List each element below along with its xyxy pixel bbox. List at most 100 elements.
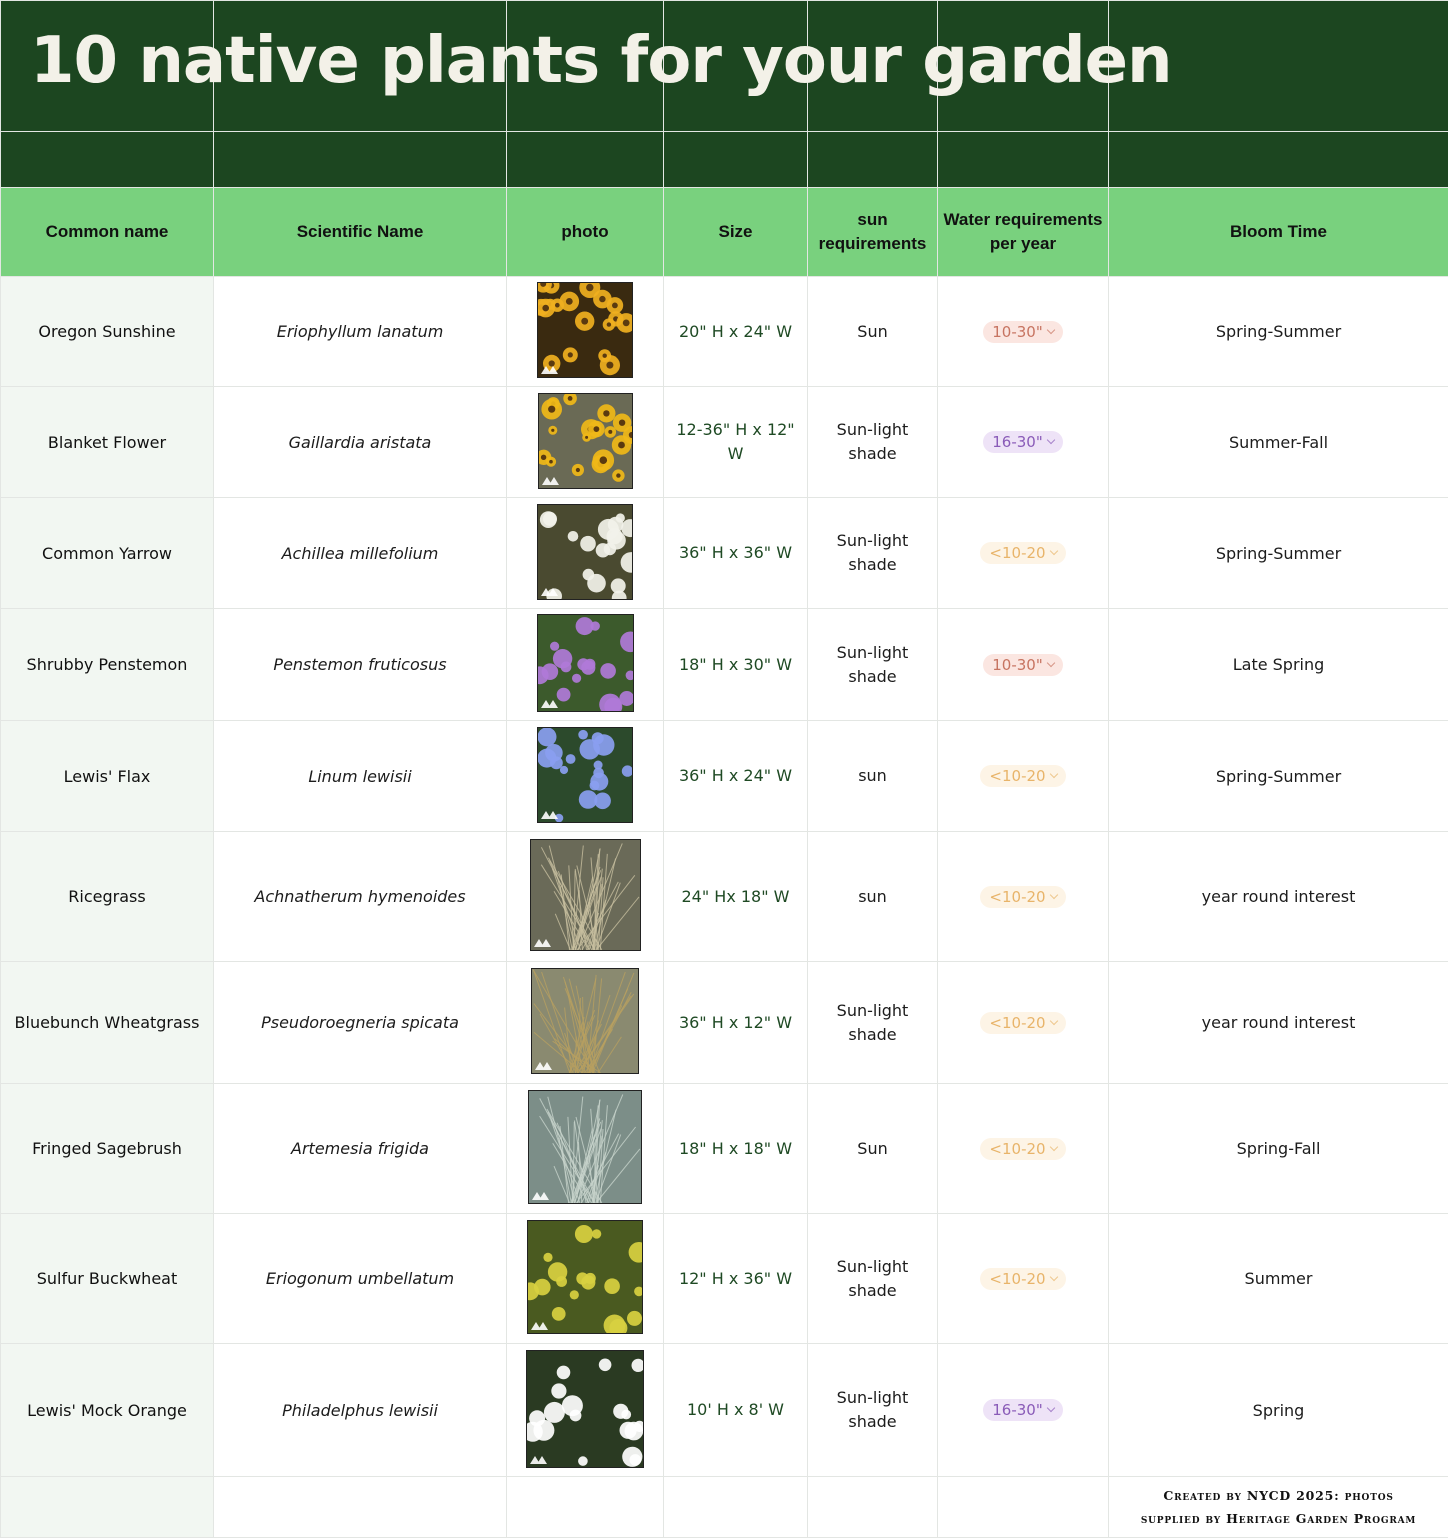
- cell-common-name[interactable]: Shrubby Penstemon: [0, 608, 214, 721]
- water-dropdown-chip[interactable]: <10-20: [980, 1011, 1066, 1034]
- cell-sun-requirements[interactable]: Sun-light shade: [807, 1343, 938, 1477]
- table-row: Lewis' Flax Linum lewisii 36" H x 24" Wsun…: [0, 720, 1448, 832]
- cell-water-requirements[interactable]: 16-30": [937, 386, 1109, 498]
- cell-bloom-time[interactable]: Spring-Fall: [1108, 1083, 1448, 1214]
- cell-bloom-time[interactable]: year round interest: [1108, 831, 1448, 962]
- cell-photo[interactable]: [506, 1083, 664, 1214]
- cell-size[interactable]: 20" H x 24" W: [663, 276, 808, 387]
- water-dropdown-chip[interactable]: <10-20: [980, 885, 1066, 908]
- chevron-down-icon: [1049, 1272, 1058, 1281]
- cell-sun-requirements[interactable]: Sun-light shade: [807, 497, 938, 609]
- header-common-name[interactable]: Common name: [0, 187, 214, 277]
- cell-common-name[interactable]: Ricegrass: [0, 831, 214, 962]
- header-photo[interactable]: photo: [506, 187, 664, 277]
- cell-water-requirements[interactable]: <10-20: [937, 1213, 1109, 1344]
- cell-bloom-time[interactable]: year round interest: [1108, 961, 1448, 1084]
- cell-size[interactable]: 18" H x 30" W: [663, 608, 808, 721]
- cell-common-name[interactable]: Lewis' Mock Orange: [0, 1343, 214, 1477]
- cell-sun-requirements[interactable]: Sun-light shade: [807, 608, 938, 721]
- cell-bloom-time[interactable]: Spring-Summer: [1108, 276, 1448, 387]
- water-dropdown-chip[interactable]: 16-30": [983, 1399, 1063, 1421]
- cell-size[interactable]: 12-36" H x 12" W: [663, 386, 808, 498]
- cell-water-requirements[interactable]: 16-30": [937, 1343, 1109, 1477]
- purple-penstemon-photo[interactable]: [530, 614, 641, 716]
- blanket-flower-photo[interactable]: [535, 391, 641, 489]
- wheatgrass-photo[interactable]: [531, 968, 639, 1074]
- header-bloom-time[interactable]: Bloom Time: [1108, 187, 1448, 277]
- sagebrush-photo[interactable]: [528, 1090, 642, 1204]
- cell-sun-requirements[interactable]: sun: [807, 831, 938, 962]
- header-water-requirements[interactable]: Water requirements per year: [937, 187, 1109, 277]
- cell-photo[interactable]: [506, 1213, 664, 1344]
- header-sun-requirements[interactable]: sun requirements: [807, 187, 938, 277]
- cell-common-name[interactable]: Sulfur Buckwheat: [0, 1213, 214, 1344]
- mock-orange-photo[interactable]: [522, 1349, 646, 1468]
- cell-photo[interactable]: [506, 961, 664, 1084]
- cell-sun-requirements[interactable]: sun: [807, 720, 938, 832]
- cell-water-requirements[interactable]: <10-20: [937, 961, 1109, 1084]
- cell-scientific-name[interactable]: Eriogonum umbellatum: [213, 1213, 507, 1344]
- cell-water-requirements[interactable]: 10-30": [937, 276, 1109, 387]
- cell-photo[interactable]: [506, 497, 664, 609]
- cell-bloom-time[interactable]: Spring-Summer: [1108, 720, 1448, 832]
- cell-size[interactable]: 36" H x 12" W: [663, 961, 808, 1084]
- cell-common-name[interactable]: Fringed Sagebrush: [0, 1083, 214, 1214]
- cell-sun-requirements[interactable]: Sun-light shade: [807, 1213, 938, 1344]
- cell-size[interactable]: 18" H x 18" W: [663, 1083, 808, 1214]
- cell-size[interactable]: 10' H x 8' W: [663, 1343, 808, 1477]
- water-dropdown-chip[interactable]: 10-30": [983, 653, 1063, 676]
- cell-common-name[interactable]: Common Yarrow: [0, 497, 214, 609]
- cell-bloom-time[interactable]: Summer-Fall: [1108, 386, 1448, 498]
- cell-common-name[interactable]: Oregon Sunshine: [0, 276, 214, 387]
- cell-common-name[interactable]: Bluebunch Wheatgrass: [0, 961, 214, 1084]
- header-size[interactable]: Size: [663, 187, 808, 277]
- cell-sun-requirements[interactable]: Sun-light shade: [807, 386, 938, 498]
- water-dropdown-chip[interactable]: 16-30": [983, 431, 1063, 453]
- blue-flax-photo[interactable]: [537, 726, 634, 823]
- cell-photo[interactable]: [506, 1343, 664, 1477]
- cell-bloom-time[interactable]: Late Spring: [1108, 608, 1448, 721]
- cell-photo[interactable]: [506, 831, 664, 962]
- cell-scientific-name[interactable]: Artemesia frigida: [213, 1083, 507, 1214]
- cell-photo[interactable]: [506, 276, 664, 387]
- cell-water-requirements[interactable]: <10-20: [937, 497, 1109, 609]
- water-dropdown-chip[interactable]: <10-20: [980, 765, 1066, 787]
- cell-water-requirements[interactable]: <10-20: [937, 1083, 1109, 1214]
- header-scientific-name[interactable]: Scientific Name: [213, 187, 507, 277]
- cell-scientific-name[interactable]: Pseudoroegneria spicata: [213, 961, 507, 1084]
- cell-water-requirements[interactable]: 10-30": [937, 608, 1109, 721]
- water-dropdown-chip[interactable]: <10-20: [980, 1267, 1066, 1290]
- ricegrass-photo[interactable]: [529, 839, 641, 951]
- cell-scientific-name[interactable]: Gaillardia aristata: [213, 386, 507, 498]
- cell-scientific-name[interactable]: Penstemon fruticosus: [213, 608, 507, 721]
- cell-sun-requirements[interactable]: Sun: [807, 276, 938, 387]
- credit-cell[interactable]: Created by NYCD 2025: photos supplied by…: [1108, 1476, 1448, 1538]
- cell-photo[interactable]: [506, 720, 664, 832]
- cell-bloom-time[interactable]: Spring: [1108, 1343, 1448, 1477]
- cell-sun-requirements[interactable]: Sun-light shade: [807, 961, 938, 1084]
- water-dropdown-chip[interactable]: <10-20: [980, 542, 1066, 564]
- cell-common-name[interactable]: Blanket Flower: [0, 386, 214, 498]
- cell-bloom-time[interactable]: Summer: [1108, 1213, 1448, 1344]
- cell-sun-requirements[interactable]: Sun: [807, 1083, 938, 1214]
- water-dropdown-chip[interactable]: 10-30": [983, 320, 1063, 343]
- cell-scientific-name[interactable]: Philadelphus lewisii: [213, 1343, 507, 1477]
- water-dropdown-chip[interactable]: <10-20: [980, 1137, 1066, 1160]
- cell-water-requirements[interactable]: <10-20: [937, 720, 1109, 832]
- cell-size[interactable]: 24" Hx 18" W: [663, 831, 808, 962]
- cell-bloom-time[interactable]: Spring-Summer: [1108, 497, 1448, 609]
- cell-scientific-name[interactable]: Eriophyllum lanatum: [213, 276, 507, 387]
- cell-common-name[interactable]: Lewis' Flax: [0, 720, 214, 832]
- cell-photo[interactable]: [506, 386, 664, 498]
- yellow-daisy-flowers-photo[interactable]: [532, 277, 636, 378]
- cell-scientific-name[interactable]: Achillea millefolium: [213, 497, 507, 609]
- cell-water-requirements[interactable]: <10-20: [937, 831, 1109, 962]
- sulfur-buckwheat-photo[interactable]: [521, 1220, 650, 1337]
- cell-scientific-name[interactable]: Achnatherum hymenoides: [213, 831, 507, 962]
- cell-photo[interactable]: [506, 608, 664, 721]
- cell-size[interactable]: 12" H x 36" W: [663, 1213, 808, 1344]
- cell-size[interactable]: 36" H x 24" W: [663, 720, 808, 832]
- cell-scientific-name[interactable]: Linum lewisii: [213, 720, 507, 832]
- cell-size[interactable]: 36" H x 36" W: [663, 497, 808, 609]
- white-yarrow-photo[interactable]: [537, 503, 642, 605]
